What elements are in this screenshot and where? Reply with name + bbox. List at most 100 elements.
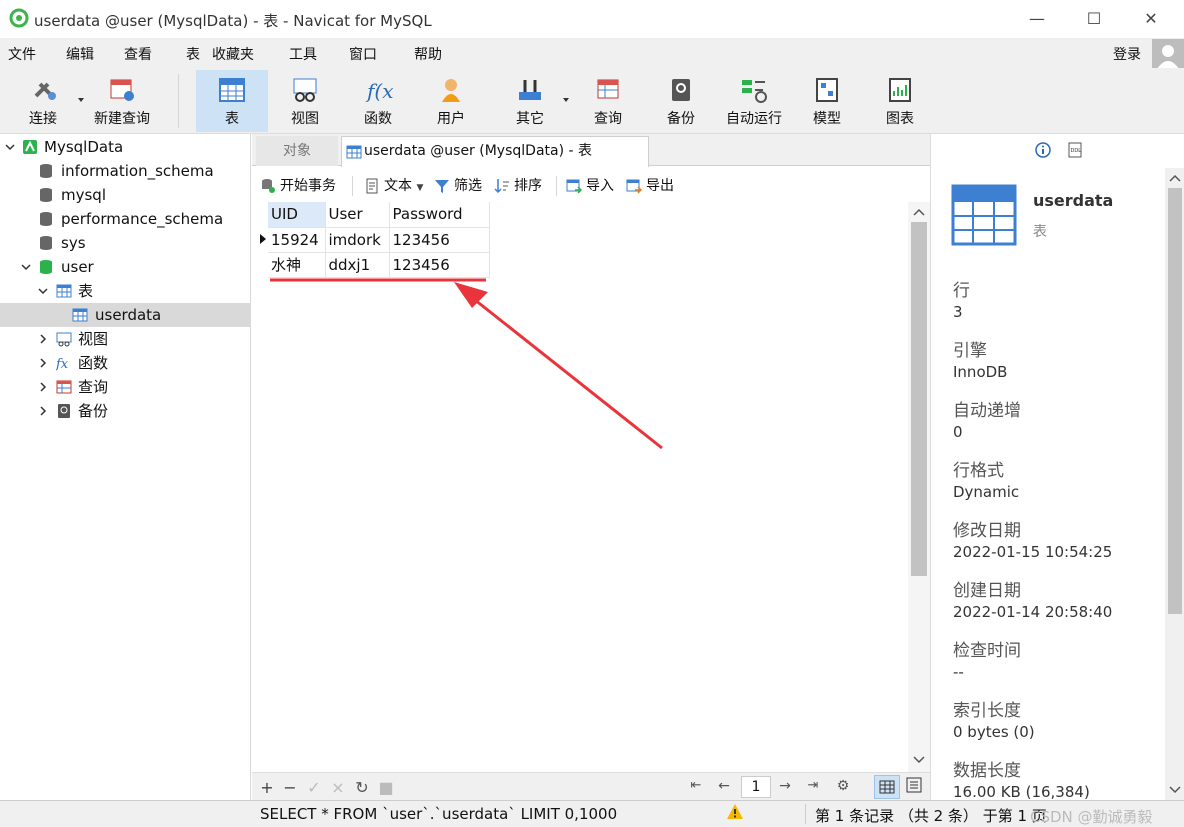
- tree-group-backups[interactable]: 备份: [0, 399, 250, 423]
- connect-button[interactable]: 连接: [8, 70, 78, 132]
- function-fx-icon: f(x): [365, 79, 393, 103]
- table-cell[interactable]: 水神: [268, 252, 326, 278]
- table-row[interactable]: 水神 ddxj1 123456: [268, 252, 490, 278]
- scroll-down-icon[interactable]: [1169, 786, 1181, 794]
- other-button[interactable]: 其它: [495, 70, 565, 132]
- table-cell[interactable]: 123456: [389, 227, 490, 253]
- main-toolbar: 连接 新建查询 表 视图 f(x) 函数 用户 其它 查询 备份 自动运行 模型: [0, 68, 1184, 134]
- login-link[interactable]: 登录: [1113, 44, 1141, 64]
- menu-tools[interactable]: 工具: [289, 44, 317, 64]
- info-icon[interactable]: [1035, 142, 1051, 158]
- tree-label: userdata: [95, 306, 162, 324]
- view-button[interactable]: 视图: [270, 70, 340, 132]
- function-button[interactable]: f(x) 函数: [343, 70, 413, 132]
- scroll-down-icon[interactable]: [913, 756, 925, 764]
- tree-group-functions[interactable]: fx 函数: [0, 351, 250, 375]
- tree-group-queries[interactable]: 查询: [0, 375, 250, 399]
- chevron-down-icon[interactable]: [5, 142, 15, 152]
- delete-record-icon[interactable]: −: [282, 778, 298, 797]
- scroll-up-icon[interactable]: [913, 208, 925, 216]
- info-label: 行: [953, 281, 970, 301]
- stop-icon[interactable]: ■: [378, 778, 394, 797]
- add-record-icon[interactable]: +: [259, 778, 275, 797]
- menu-favorites[interactable]: 收藏夹: [212, 44, 254, 64]
- settings-gear-icon[interactable]: ⚙: [835, 778, 851, 794]
- query-button[interactable]: 查询: [573, 70, 643, 132]
- model-button[interactable]: 模型: [792, 70, 862, 132]
- backup-button[interactable]: 备份: [646, 70, 716, 132]
- info-panel-scrollbar[interactable]: [1165, 168, 1184, 800]
- avatar[interactable]: [1152, 39, 1184, 71]
- next-page-icon[interactable]: →: [777, 778, 793, 794]
- user-label: 用户: [437, 111, 465, 127]
- page-number-input[interactable]: 1: [741, 776, 771, 798]
- warning-icon[interactable]: [726, 803, 744, 821]
- function-icon: fx: [56, 357, 69, 371]
- connect-dropdown-icon[interactable]: [78, 98, 84, 102]
- chevron-right-icon[interactable]: [38, 406, 48, 416]
- table-button[interactable]: 表: [196, 70, 268, 132]
- chevron-right-icon[interactable]: [38, 382, 48, 392]
- table-row[interactable]: 15924 imdork 123456: [268, 227, 490, 253]
- menu-help[interactable]: 帮助: [414, 44, 442, 64]
- column-header-user[interactable]: User: [325, 202, 390, 228]
- refresh-icon[interactable]: ↻: [354, 778, 370, 797]
- table-cell[interactable]: 123456: [389, 252, 490, 278]
- tree-label: 查询: [78, 378, 109, 396]
- scrollbar-thumb[interactable]: [911, 222, 927, 576]
- import-button[interactable]: 导入: [566, 177, 614, 197]
- table-cell[interactable]: imdork: [325, 227, 390, 253]
- tree-label: 备份: [78, 402, 109, 420]
- discard-x-icon[interactable]: ×: [330, 778, 346, 797]
- table-cell[interactable]: ddxj1: [325, 252, 390, 278]
- close-button[interactable]: ✕: [1136, 8, 1166, 30]
- tree-db-user[interactable]: user: [0, 255, 250, 279]
- menu-edit[interactable]: 编辑: [66, 44, 94, 64]
- tree-table-userdata[interactable]: userdata: [0, 303, 250, 327]
- tree-db-mysql[interactable]: mysql: [0, 183, 250, 207]
- tab-userdata[interactable]: userdata @user (MysqlData) - 表: [341, 136, 649, 167]
- column-header-password[interactable]: Password: [389, 202, 490, 228]
- tree-db-information-schema[interactable]: information_schema: [0, 159, 250, 183]
- maximize-button[interactable]: ☐: [1079, 8, 1109, 30]
- text-button[interactable]: 文本 ▼: [364, 177, 423, 197]
- tree-db-sys[interactable]: sys: [0, 231, 250, 255]
- chevron-down-icon[interactable]: [21, 262, 31, 272]
- export-button[interactable]: 导出: [626, 177, 674, 197]
- scroll-up-icon[interactable]: [1169, 174, 1181, 182]
- new-query-button[interactable]: 新建查询: [86, 70, 158, 132]
- menu-table[interactable]: 表: [186, 44, 200, 64]
- minimize-button[interactable]: —: [1022, 8, 1052, 30]
- plug-icon: [34, 82, 56, 100]
- tree-group-tables[interactable]: 表: [0, 279, 250, 303]
- previous-page-icon[interactable]: ←: [716, 778, 732, 794]
- filter-button[interactable]: 筛选: [434, 177, 482, 197]
- chevron-down-icon[interactable]: [38, 286, 48, 296]
- tree-db-performance-schema[interactable]: performance_schema: [0, 207, 250, 231]
- ddl-icon[interactable]: DDL: [1067, 142, 1083, 158]
- column-header-uid[interactable]: UID: [268, 202, 326, 228]
- tree-group-views[interactable]: 视图: [0, 327, 250, 351]
- chart-button[interactable]: 图表: [865, 70, 935, 132]
- last-page-icon[interactable]: ⇥: [805, 778, 821, 793]
- first-page-icon[interactable]: ⇤: [688, 778, 704, 793]
- chevron-right-icon[interactable]: [38, 358, 48, 368]
- tab-objects[interactable]: 对象: [256, 136, 338, 166]
- grid-vertical-scrollbar[interactable]: [908, 202, 930, 772]
- menu-window[interactable]: 窗口: [349, 44, 377, 64]
- other-dropdown-icon[interactable]: [563, 98, 569, 102]
- auto-run-button[interactable]: 自动运行: [719, 70, 789, 132]
- begin-transaction-button[interactable]: 开始事务: [260, 177, 336, 197]
- menu-file[interactable]: 文件: [8, 44, 36, 64]
- apply-check-icon[interactable]: ✓: [306, 778, 322, 797]
- user-button[interactable]: 用户: [416, 70, 486, 132]
- sort-button[interactable]: 排序: [494, 177, 542, 197]
- menu-view[interactable]: 查看: [124, 44, 152, 64]
- chevron-right-icon[interactable]: [38, 334, 48, 344]
- button-label: 导入: [586, 178, 614, 194]
- table-cell[interactable]: 15924: [268, 227, 326, 253]
- form-view-icon[interactable]: [906, 777, 922, 797]
- scrollbar-thumb[interactable]: [1168, 188, 1182, 614]
- grid-view-icon[interactable]: [874, 775, 900, 799]
- tree-connection-mysqldata[interactable]: MysqlData: [0, 135, 250, 159]
